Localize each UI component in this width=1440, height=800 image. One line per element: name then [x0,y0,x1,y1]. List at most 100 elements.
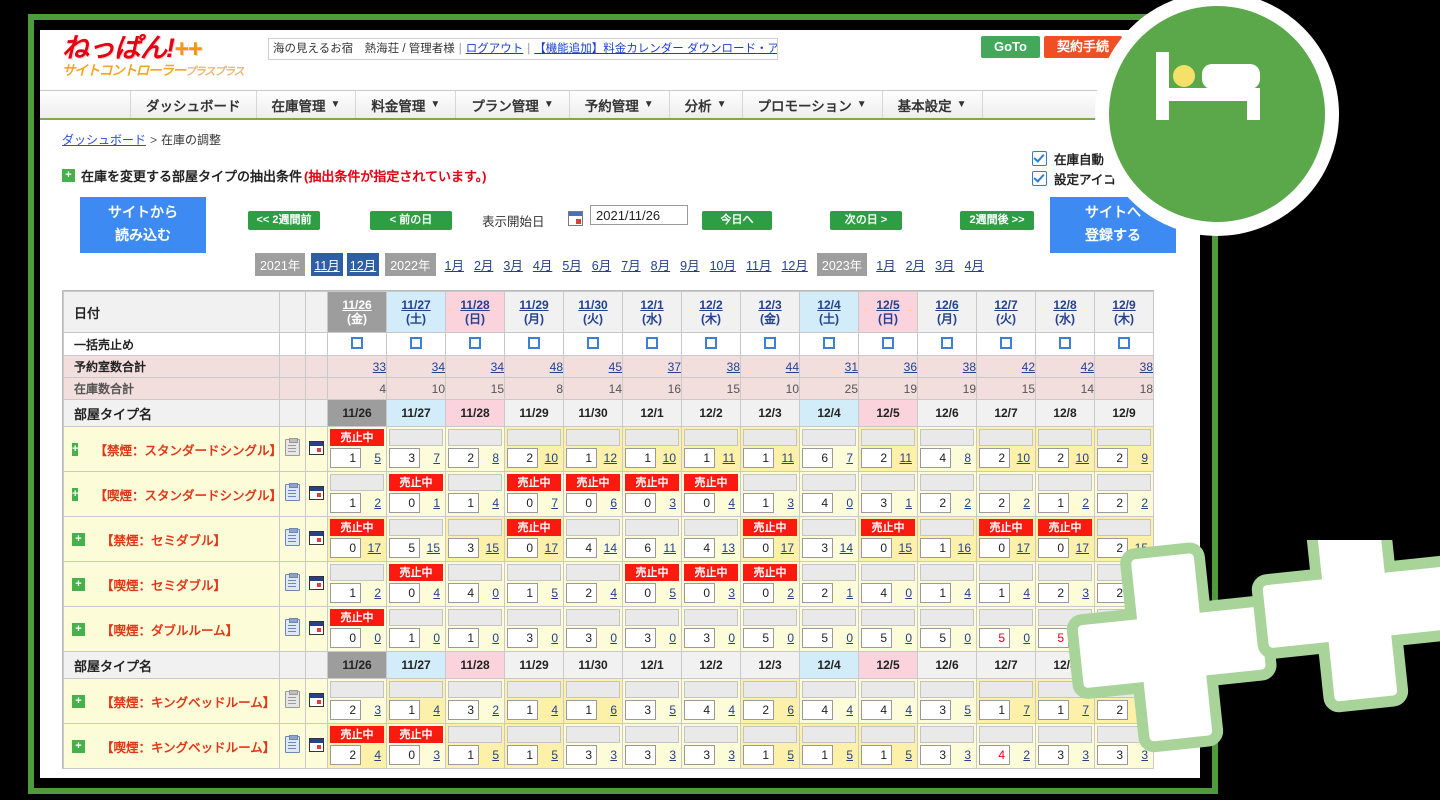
day-header-cell[interactable]: 12/8 (水) [1035,291,1095,333]
day-header-cell[interactable]: 11/30 (火) [563,291,623,333]
stock-input[interactable]: 1 [979,700,1010,720]
load-from-site-button[interactable]: サイトから 読み込む [80,197,206,253]
stock-input[interactable]: 2 [448,448,479,468]
reserved-count-link[interactable]: 0 [1010,628,1033,648]
stock-input[interactable]: 1 [330,448,361,468]
day-header-cell[interactable]: 12/1 (水) [622,291,682,333]
room-calendar-icon-cell[interactable] [305,471,328,517]
calendar-icon[interactable] [309,575,324,590]
reserved-count-link[interactable]: 17 [774,538,797,558]
bulk-stop-checkbox[interactable] [941,336,953,349]
reserved-count-link[interactable]: 9 [1128,448,1151,468]
stock-input[interactable]: 4 [566,538,597,558]
stock-input[interactable]: 6 [802,448,833,468]
reserved-count-link[interactable]: 11 [892,448,915,468]
reserved-count-link[interactable]: 5 [774,745,797,765]
stock-cell-bar[interactable] [861,609,915,626]
stock-input[interactable]: 2 [920,493,951,513]
reserved-count-link[interactable]: 0 [774,628,797,648]
day-header-cell[interactable]: 12/5 (日) [858,291,918,333]
stock-input[interactable]: 0 [389,583,420,603]
stock-input[interactable]: 1 [566,448,597,468]
reserved-count-link[interactable]: 0 [951,628,974,648]
stock-cell-bar[interactable] [1097,474,1151,491]
reserved-count-link[interactable]: 3 [715,745,738,765]
prev-2weeks-button[interactable]: << 2週間前 [248,211,320,230]
room-memo-icon-cell[interactable] [279,723,306,769]
stock-cell-bar[interactable] [802,429,856,446]
sale-stopped-badge[interactable]: 売止中 [1038,519,1092,536]
reserved-count-link[interactable]: 0 [361,628,384,648]
stock-input[interactable]: 0 [979,538,1010,558]
breadcrumb-root[interactable]: ダッシュボード [62,133,146,147]
stock-input[interactable]: 3 [448,700,479,720]
sale-stopped-badge[interactable]: 売止中 [743,519,797,536]
clipboard-icon[interactable] [285,573,300,591]
stock-input[interactable]: 3 [566,745,597,765]
nav-item-dashboard[interactable]: ダッシュボード [130,91,257,118]
stock-input[interactable]: 1 [389,700,420,720]
bulk-stop-cell[interactable] [386,332,446,356]
stock-input[interactable]: 2 [1097,448,1128,468]
stock-cell-bar[interactable] [625,429,679,446]
stock-input[interactable]: 0 [684,583,715,603]
stock-input[interactable]: 2 [330,700,361,720]
goto-button[interactable]: GoTo [980,36,1040,58]
reserved-total-cell[interactable]: 44 [740,355,800,378]
reserved-count-link[interactable]: 1 [420,493,443,513]
stock-input[interactable]: 1 [448,628,479,648]
stock-cell-bar[interactable] [507,681,561,698]
reserved-count-link[interactable]: 5 [538,745,561,765]
sale-stopped-badge[interactable]: 売止中 [330,519,384,536]
bulk-stop-cell[interactable] [858,332,918,356]
stock-input[interactable]: 1 [802,745,833,765]
reserved-count-link[interactable]: 6 [774,700,797,720]
stock-cell-bar[interactable] [330,474,384,491]
reserved-count-link[interactable]: 11 [774,448,797,468]
reserved-count-link[interactable]: 8 [951,448,974,468]
reserved-total-cell[interactable]: 34 [386,355,446,378]
reserved-total-cell[interactable]: 38 [681,355,741,378]
reserved-count-link[interactable]: 3 [361,700,384,720]
stock-cell-bar[interactable] [625,726,679,743]
reserved-total-cell[interactable]: 34 [445,355,505,378]
stock-cell-bar[interactable] [448,519,502,536]
stock-input[interactable]: 3 [389,448,420,468]
stock-cell-bar[interactable] [684,726,738,743]
reserved-count-link[interactable]: 0 [715,628,738,648]
reserved-total-cell[interactable]: 42 [1035,355,1095,378]
stock-input[interactable]: 1 [507,583,538,603]
stock-cell-bar[interactable] [1038,429,1092,446]
feature-notice-link[interactable]: 【機能追加】料金カレンダー ダウンロード・ア [534,43,777,55]
clipboard-icon[interactable] [285,618,300,636]
calendar-icon[interactable] [309,692,324,707]
stock-input[interactable]: 1 [684,448,715,468]
stock-input[interactable]: 2 [861,448,892,468]
reserved-count-link[interactable]: 10 [656,448,679,468]
bulk-stop-cell[interactable] [1094,332,1154,356]
stock-input[interactable]: 3 [920,745,951,765]
stock-cell-bar[interactable] [920,726,974,743]
sale-stopped-badge[interactable]: 売止中 [330,609,384,626]
expand-plus-icon[interactable]: + [72,487,79,501]
stock-input[interactable]: 4 [861,583,892,603]
stock-cell-bar[interactable] [802,681,856,698]
bulk-stop-cell[interactable] [799,332,859,356]
site-logo[interactable]: ねっぱん!++ サイトコントローラープラスプラス [62,33,262,87]
filter-condition-row[interactable]: + 在庫を変更する部屋タイプの抽出条件 (抽出条件が指定されています。) [62,166,1200,185]
stock-cell-bar[interactable] [861,564,915,581]
day-header-cell[interactable]: 11/27 (土) [386,291,446,333]
stock-cell-bar[interactable] [684,429,738,446]
bulk-stop-checkbox[interactable] [410,336,422,349]
stock-cell-bar[interactable] [330,681,384,698]
reserved-count-link[interactable]: 13 [715,538,738,558]
stock-input[interactable]: 5 [802,628,833,648]
reserved-count-link[interactable]: 4 [420,700,443,720]
stock-input[interactable]: 0 [566,493,597,513]
sale-stopped-badge[interactable]: 売止中 [389,564,443,581]
clipboard-icon[interactable] [285,528,300,546]
stock-cell-bar[interactable] [920,474,974,491]
room-calendar-icon-cell[interactable] [305,723,328,769]
stock-cell-bar[interactable] [684,681,738,698]
month-strip-month[interactable]: 4月 [962,253,987,276]
